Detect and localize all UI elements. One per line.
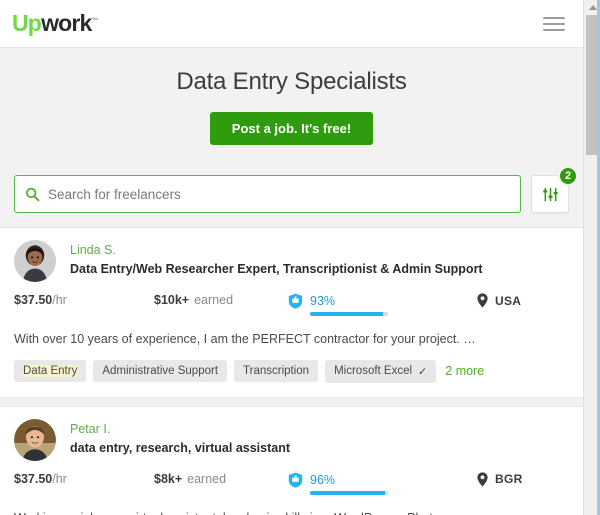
search-icon [26,187,40,201]
avatar[interactable] [14,240,56,282]
job-success-score: 93% [284,293,477,316]
card-name-block: Petar I. data entry, research, virtual a… [70,419,290,457]
skill-tag-label: Transcription [243,365,310,377]
skill-tags: Data Entry Administrative Support Transc… [14,359,569,383]
card-header: Petar I. data entry, research, virtual a… [14,418,569,461]
total-earned: $8k+ earned [154,472,284,486]
hamburger-bar [543,16,565,19]
freelancer-name[interactable]: Linda S. [70,241,483,259]
logo-up-text: Up [12,10,42,36]
upwork-logo[interactable]: Upwork™ [12,12,99,35]
hamburger-bar [543,22,565,25]
total-earned: $10k+ earned [154,293,284,307]
earned-label: earned [187,471,227,486]
jss-progress-bar [310,312,388,316]
avatar-image-petar [14,418,56,461]
hourly-rate-amount: $37.50 [14,293,53,307]
search-input-wrapper[interactable]: Search for freelancers [14,175,521,213]
top-navigation-bar: Upwork™ [0,0,583,48]
page-content: Upwork™ Data Entry Specialists Post a jo… [0,0,583,515]
jss-percent: 96% [310,472,336,487]
freelancer-title[interactable]: Data Entry/Web Researcher Expert, Transc… [70,260,483,278]
hamburger-bar [543,28,565,31]
logo-work-text: work [41,10,92,36]
skill-tag[interactable]: Microsoft Excel ✓ [325,359,437,383]
page-title: Data Entry Specialists [176,68,407,95]
freelancer-description: Working mainly as a virtual assistant, h… [14,510,569,515]
skill-tag[interactable]: Data Entry [14,360,87,382]
jss-progress-bar [310,490,388,495]
freelancer-title[interactable]: data entry, research, virtual assistant [70,439,290,457]
search-input[interactable]: Search for freelancers [48,187,181,202]
skill-tag[interactable]: Administrative Support [93,360,228,382]
earned-label: earned [194,293,234,307]
location: USA [477,293,569,308]
freelancer-card[interactable]: Petar I. data entry, research, virtual a… [0,405,583,515]
shield-badge-icon [288,293,303,309]
filter-badge-count: 2 [558,166,578,186]
card-header: Linda S. Data Entry/Web Researcher Exper… [14,240,569,282]
skill-tag[interactable]: Transcription [234,360,319,382]
jss-top-row: 93% [288,293,477,309]
logo-trademark: ™ [91,17,99,25]
hourly-rate-unit: /hr [52,293,67,307]
hero-section: Data Entry Specialists Post a job. It's … [0,48,583,167]
filter-control: 2 [531,166,578,213]
location-text: USA [495,293,522,308]
card-name-block: Linda S. Data Entry/Web Researcher Exper… [70,240,483,278]
upwork-search-page: Upwork™ Data Entry Specialists Post a jo… [0,0,600,515]
location-pin-icon [477,471,488,487]
avatar[interactable] [14,418,56,461]
post-a-job-button[interactable]: Post a job. It's free! [209,112,374,145]
avatar-image-linda [14,240,56,282]
freelancer-stats-row: $37.50/hr $8k+ earned 96% BGR [14,472,569,498]
hourly-rate: $37.50/hr [14,472,154,486]
location-pin-icon [477,293,488,308]
hourly-rate: $37.50/hr [14,293,154,307]
job-success-score: 96% [284,472,477,495]
skill-tag-label: Data Entry [23,365,78,377]
freelancer-stats-row: $37.50/hr $10k+ earned 93% USA [14,293,569,319]
hourly-rate-amount: $37.50 [14,471,53,486]
earned-amount: $8k+ [154,471,183,486]
skill-tag-label: Microsoft Excel [334,365,413,377]
freelancer-description: With over 10 years of experience, I am t… [14,332,476,346]
earned-amount: $10k+ [154,293,190,307]
jss-top-row: 96% [288,472,477,488]
freelancer-name[interactable]: Petar I. [70,420,290,438]
more-skills-link[interactable]: 2 more [445,364,484,378]
jss-progress-fill [310,490,385,495]
skill-tag-label: Administrative Support [102,365,219,377]
freelancer-card[interactable]: Linda S. Data Entry/Web Researcher Exper… [0,227,583,398]
location: BGR [477,471,569,487]
search-bar-row: Search for freelancers 2 [0,166,583,227]
shield-badge-icon [288,472,303,488]
location-text: BGR [495,472,523,486]
filter-sliders-icon [542,187,558,201]
hourly-rate-unit: /hr [52,471,67,486]
hamburger-menu-icon[interactable] [543,14,567,34]
checkmark-icon: ✓ [418,365,428,378]
jss-percent: 93% [310,294,336,308]
jss-progress-fill [310,312,383,316]
